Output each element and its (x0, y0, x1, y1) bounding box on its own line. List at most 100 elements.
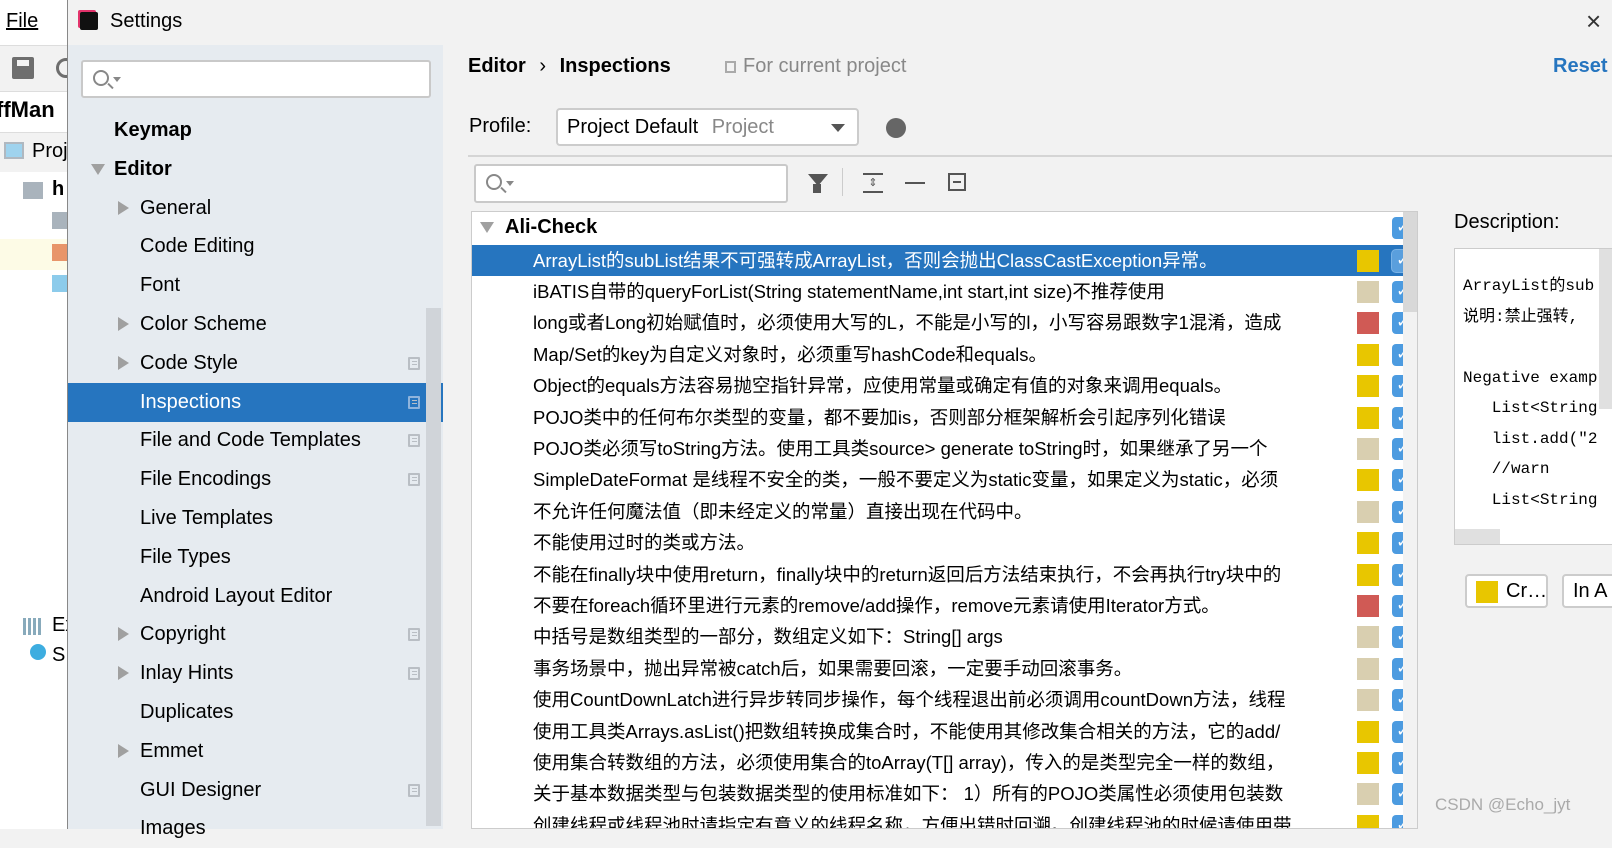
reset-to-empty-icon[interactable] (948, 173, 966, 191)
sidebar-item-keymap[interactable]: Keymap (68, 111, 443, 150)
folder-icon (52, 212, 67, 229)
chevron-down-icon[interactable] (91, 163, 105, 175)
settings-sidebar: Keymap Editor General Code Editing Font Color… (68, 45, 443, 839)
inspection-label: Map/Set的key为自定义对象时，必须重写hashCode和equals。 (533, 343, 1048, 365)
tree-scrollbar[interactable] (1403, 212, 1417, 828)
project-level-icon (408, 783, 420, 797)
project-window-icon (4, 142, 24, 159)
inspection-label: long或者Long初始赋值时，必须使用大写的L，不能是小写的l，小写容易跟数字… (533, 312, 1282, 334)
folder-icon (52, 275, 67, 292)
inspection-row[interactable]: Object的equals方法容易抛空指针异常，应使用常量或确定有值的对象来调用… (472, 370, 1417, 401)
search-icon (93, 70, 109, 86)
inspection-row[interactable]: SimpleDateFormat 是线程不安全的类，一般不要定义为static变… (472, 464, 1417, 495)
sidebar-item-gui-designer[interactable]: GUI Designer (68, 771, 443, 810)
inspection-label: 使用CountDownLatch进行异步转同步操作，每个线程退出前必须调用cou… (533, 689, 1286, 711)
breadcrumb-separator: › (539, 55, 547, 77)
description-scrollbar-h[interactable] (1455, 529, 1500, 544)
chevron-right-icon[interactable] (118, 355, 129, 370)
severity-weak-icon (1357, 437, 1379, 460)
undo-icon[interactable] (56, 58, 67, 78)
scheduled-icon (30, 644, 46, 660)
sidebar-item-android-layout-editor[interactable]: Android Layout Editor (68, 577, 443, 616)
sidebar-item-emmet[interactable]: Emmet (68, 732, 443, 771)
close-button[interactable]: × (1586, 6, 1601, 37)
inspections-search-input[interactable] (474, 164, 788, 203)
sidebar-item-color-scheme[interactable]: Color Scheme (68, 305, 443, 344)
inspection-row[interactable]: 中括号是数组类型的一部分，数组定义如下：String[] args✓ (472, 621, 1417, 652)
severity-warning-icon (1357, 375, 1379, 398)
reset-link[interactable]: Reset (1553, 55, 1607, 78)
sidebar-item-code-style[interactable]: Code Style (68, 344, 443, 383)
inspection-row[interactable]: 使用集合转数组的方法，必须使用集合的toArray(T[] array)，传入的… (472, 747, 1417, 778)
tree-item-label[interactable]: Ex (52, 614, 67, 637)
group-row-ali-check[interactable]: Ali-Check ✓ (472, 212, 1417, 243)
chevron-right-icon[interactable] (118, 666, 129, 681)
watermark: CSDN @Echo_jyt (1435, 795, 1571, 814)
sidebar-item-code-editing[interactable]: Code Editing (68, 227, 443, 266)
sidebar-item-general[interactable]: General (68, 189, 443, 228)
inspection-row[interactable]: 使用CountDownLatch进行异步转同步操作，每个线程退出前必须调用cou… (472, 684, 1417, 715)
gear-icon[interactable] (886, 118, 906, 138)
tree-root-label[interactable]: h (52, 178, 64, 201)
sidebar-item-copyright[interactable]: Copyright (68, 615, 443, 654)
inspection-label: POJO类中的任何布尔类型的变量，都不要加is，否则部分框架解析会引起序列化错误 (533, 406, 1226, 428)
sidebar-item-font[interactable]: Font (68, 266, 443, 305)
inspection-row[interactable]: 不能在finally块中使用return，finally块中的return返回后… (472, 559, 1417, 590)
collapse-all-icon[interactable] (905, 173, 925, 193)
inspection-label: 不要在foreach循环里进行元素的remove/add操作，remove元素请… (533, 594, 1220, 616)
scrollbar-thumb[interactable] (1403, 212, 1417, 312)
sidebar-item-inspections[interactable]: Inspections (68, 382, 443, 422)
inspection-row[interactable]: 不要在foreach循环里进行元素的remove/add操作，remove元素请… (472, 590, 1417, 621)
inspection-row[interactable]: 事务场景中，抛出异常被catch后，如果需要回滚，一定要手动回滚事务。✓ (472, 653, 1417, 684)
breadcrumb-editor[interactable]: Editor (468, 55, 526, 77)
inspection-row[interactable]: iBATIS自带的queryForList(String statementNa… (472, 276, 1417, 307)
sidebar-item-live-templates[interactable]: Live Templates (68, 499, 443, 538)
severity-error-icon (1357, 594, 1379, 617)
inspection-row[interactable]: 关于基本数据类型与包装数据类型的使用标准如下： 1）所有的POJO类属性必须使用… (472, 778, 1417, 809)
settings-search-input[interactable] (81, 60, 431, 98)
project-level-icon (408, 473, 420, 487)
inspection-label: iBATIS自带的queryForList(String statementNa… (533, 280, 1165, 302)
chevron-right-icon[interactable] (118, 200, 129, 215)
chevron-right-icon[interactable] (118, 743, 129, 758)
inspection-row[interactable]: long或者Long初始赋值时，必须使用大写的L，不能是小写的l，小写容易跟数字… (472, 307, 1417, 338)
description-scrollbar-v[interactable] (1599, 249, 1612, 409)
chevron-right-icon[interactable] (118, 627, 129, 642)
save-icon[interactable] (12, 57, 34, 79)
sidebar-item-label: Code Editing (140, 235, 255, 258)
chevron-right-icon[interactable] (118, 317, 129, 331)
inspection-row[interactable]: Map/Set的key为自定义对象时，必须重写hashCode和equals。✓ (472, 339, 1417, 370)
chevron-down-icon[interactable] (480, 222, 494, 233)
inspection-row[interactable]: 创建线程或线程池时请指定有意义的线程名称，方便出错时回溯。创建线程池的时候请使用… (472, 810, 1417, 828)
sidebar-item-file-encodings[interactable]: File Encodings (68, 460, 443, 499)
sidebar-item-inlay-hints[interactable]: Inlay Hints (68, 654, 443, 693)
inspection-row[interactable]: 使用工具类Arrays.asList()把数组转换成集合时，不能使用其修改集合相… (472, 716, 1417, 747)
sidebar-item-file-and-code-templates[interactable]: File and Code Templates (68, 421, 443, 460)
sidebar-item-editor[interactable]: Editor (68, 150, 443, 189)
project-tab[interactable]: Proj (0, 132, 67, 172)
inspection-row[interactable]: 不能使用过时的类或方法。✓ (472, 527, 1417, 558)
ide-menu-bar: FileE (6, 10, 67, 33)
sidebar-item-file-types[interactable]: File Types (68, 538, 443, 577)
severity-warning-icon (1357, 343, 1379, 366)
profile-dropdown[interactable]: Project Default Project (556, 108, 859, 146)
menu-file[interactable]: File (6, 10, 38, 32)
severity-warning-icon (1357, 720, 1379, 743)
description-line: List<String (1463, 399, 1598, 417)
sidebar-item-duplicates[interactable]: Duplicates (68, 693, 443, 732)
scope-dropdown[interactable]: In A (1562, 574, 1612, 608)
expand-all-icon[interactable]: ⇕ (863, 173, 883, 193)
severity-weak-icon (1357, 280, 1379, 303)
tree-item-label[interactable]: S (52, 644, 65, 667)
search-icon (486, 174, 502, 190)
inspection-row[interactable]: ArrayList的subList结果不可强转成ArrayList，否则会抛出C… (472, 244, 1417, 276)
inspection-row[interactable]: POJO类中的任何布尔类型的变量，都不要加is，否则部分框架解析会引起序列化错误… (472, 402, 1417, 433)
inspection-row[interactable]: 不允许任何魔法值（即未经定义的常量）直接出现在代码中。✓ (472, 496, 1417, 527)
inspection-row[interactable]: POJO类必须写toString方法。使用工具类source> generate… (472, 433, 1417, 464)
sidebar-item-label: Duplicates (140, 701, 234, 723)
description-label: Description: (1454, 211, 1560, 233)
settings-dialog: Settings × Keymap Editor General Code Editi… (67, 0, 1612, 839)
scope-value: In A (1573, 580, 1608, 602)
sidebar-scrollbar[interactable] (426, 308, 441, 826)
severity-dropdown[interactable]: Cr… (1465, 574, 1548, 608)
